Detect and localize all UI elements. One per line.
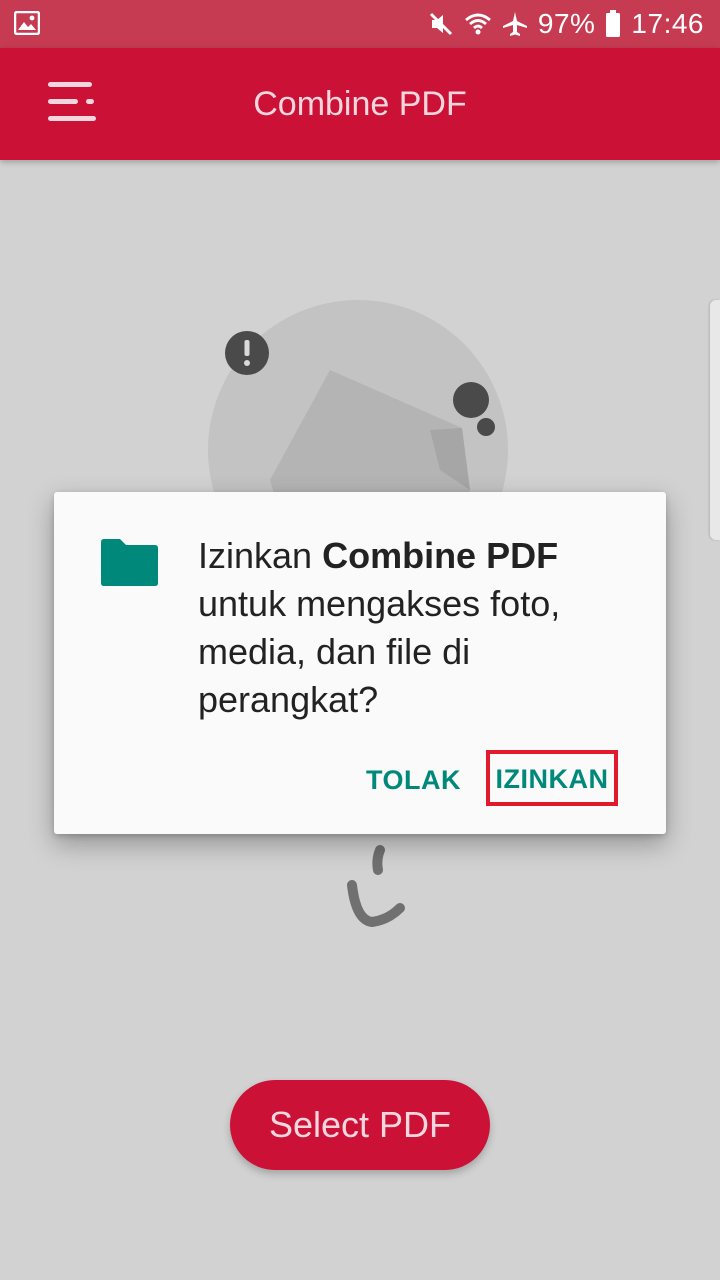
edge-panel-handle[interactable] <box>710 300 720 540</box>
battery-icon <box>605 10 621 38</box>
permission-dialog: Izinkan Combine PDF untuk mengakses foto… <box>54 492 666 834</box>
clock: 17:46 <box>631 8 704 39</box>
allow-button[interactable]: IZINKAN <box>486 750 618 806</box>
app-bar: Combine PDF <box>0 48 720 160</box>
message-app-name: Combine PDF <box>322 535 559 576</box>
airplane-icon <box>502 11 528 37</box>
mute-icon <box>428 11 454 37</box>
message-prefix: Izinkan <box>198 535 323 576</box>
folder-icon <box>98 538 160 588</box>
permission-message: Izinkan Combine PDF untuk mengakses foto… <box>198 532 618 724</box>
message-suffix: untuk mengakses foto, media, dan file di… <box>198 583 561 720</box>
deny-button[interactable]: TOLAK <box>366 754 461 806</box>
image-notification-icon <box>14 11 40 35</box>
app-title: Combine PDF <box>253 85 467 123</box>
select-pdf-button[interactable]: Select PDF <box>230 1080 490 1170</box>
wifi-icon <box>464 11 492 37</box>
status-bar: 97% 17:46 <box>0 0 720 48</box>
battery-percent: 97% <box>537 8 596 39</box>
